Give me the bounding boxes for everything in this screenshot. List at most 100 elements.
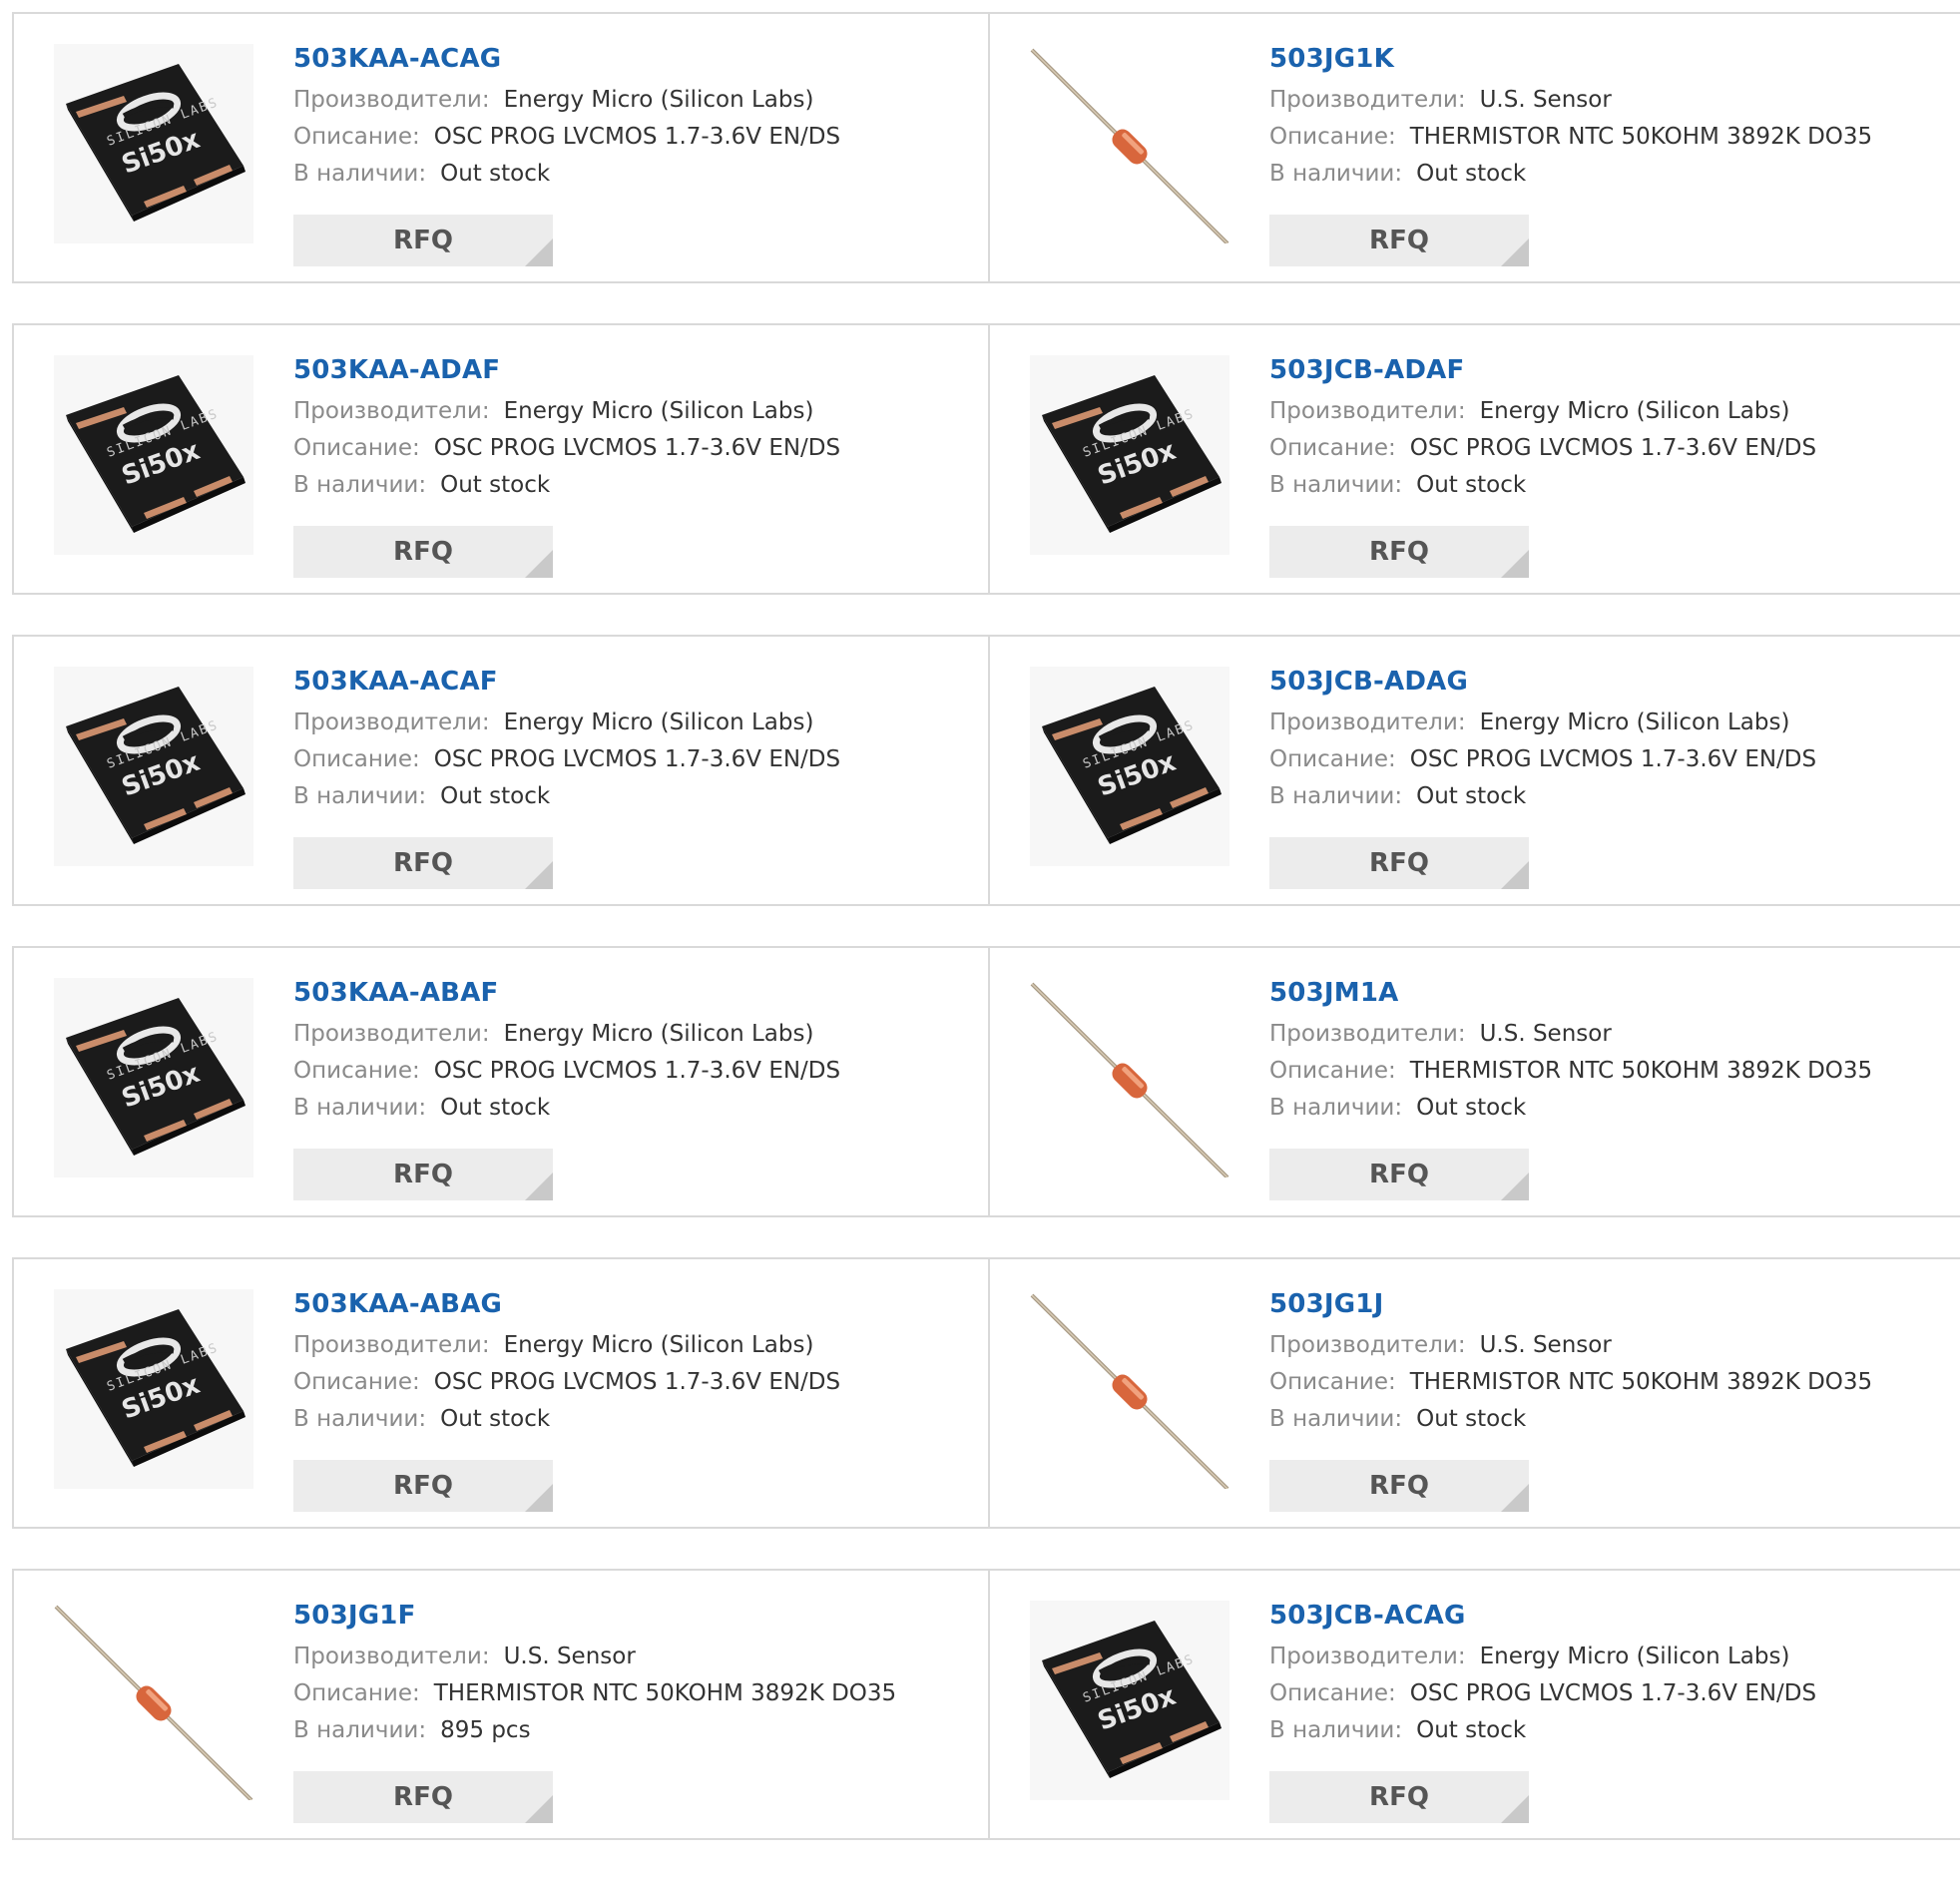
manufacturer-line: Производители: U.S. Sensor (1269, 1016, 1872, 1053)
product-info: 503JM1A Производители: U.S. Sensor Описание… (1269, 976, 1872, 1127)
stock-value: Out stock (440, 1095, 551, 1121)
manufacturer-line: Производители: Energy Micro (Silicon Labs… (1269, 393, 1816, 430)
description-label: Описание: (1269, 1058, 1396, 1084)
stock-line: В наличии: Out stock (293, 778, 840, 815)
stock-label: В наличии: (1269, 161, 1403, 187)
oscillator-chip-image[interactable]: SILICON LABS Si50x (54, 1289, 253, 1489)
stock-line: В наличии: Out stock (1269, 778, 1816, 815)
stock-label: В наличии: (293, 783, 427, 809)
manufacturer-value: Energy Micro (Silicon Labs) (503, 1332, 814, 1358)
rfq-button-label: RFQ (393, 1782, 453, 1812)
oscillator-chip-image[interactable]: SILICON LABS Si50x (54, 44, 253, 243)
manufacturer-label: Производители: (1269, 709, 1466, 735)
part-number-link[interactable]: 503JG1J (1269, 1287, 1872, 1321)
description-line: Описание: OSC PROG LVCMOS 1.7-3.6V EN/DS (293, 1364, 840, 1401)
rfq-button[interactable]: RFQ (1269, 837, 1529, 889)
description-value: OSC PROG LVCMOS 1.7-3.6V EN/DS (433, 746, 841, 772)
oscillator-chip-image[interactable]: SILICON LABS Si50x (54, 978, 253, 1177)
stock-value: Out stock (1416, 472, 1527, 498)
rfq-button[interactable]: RFQ (1269, 1460, 1529, 1512)
part-number-link[interactable]: 503KAA-ACAF (293, 665, 840, 699)
description-value: OSC PROG LVCMOS 1.7-3.6V EN/DS (433, 124, 841, 150)
rfq-button[interactable]: RFQ (293, 1460, 553, 1512)
stock-value: Out stock (440, 783, 551, 809)
description-value: OSC PROG LVCMOS 1.7-3.6V EN/DS (433, 1058, 841, 1084)
product-card: SILICON LABS Si50x 503JCB-ADAG Производит… (988, 637, 1960, 904)
description-value: OSC PROG LVCMOS 1.7-3.6V EN/DS (433, 1369, 841, 1395)
part-number-link[interactable]: 503JM1A (1269, 976, 1872, 1010)
rfq-button-label: RFQ (393, 848, 453, 878)
stock-line: В наличии: Out stock (293, 156, 840, 193)
corner-triangle-icon (1501, 550, 1529, 578)
description-line: Описание: THERMISTOR NTC 50KOHM 3892K DO3… (1269, 119, 1872, 156)
part-number-link[interactable]: 503JG1F (293, 1599, 896, 1633)
stock-line: В наличии: 895 pcs (293, 1712, 896, 1749)
product-card: SILICON LABS Si50x 503KAA-ABAG Производит… (14, 1259, 988, 1527)
rfq-button[interactable]: RFQ (1269, 1771, 1529, 1823)
stock-line: В наличии: Out stock (293, 467, 840, 504)
oscillator-chip-image[interactable]: SILICON LABS Si50x (54, 667, 253, 866)
stock-label: В наличии: (1269, 472, 1403, 498)
thermistor-image[interactable] (1030, 1289, 1229, 1491)
stock-value: Out stock (440, 1406, 551, 1432)
stock-label: В наличии: (293, 1095, 427, 1121)
rfq-button[interactable]: RFQ (293, 1771, 553, 1823)
rfq-button[interactable]: RFQ (1269, 526, 1529, 578)
stock-line: В наличии: Out stock (1269, 1401, 1872, 1438)
description-line: Описание: OSC PROG LVCMOS 1.7-3.6V EN/DS (293, 741, 840, 778)
stock-label: В наличии: (293, 161, 427, 187)
oscillator-chip-image[interactable]: SILICON LABS Si50x (1030, 355, 1229, 555)
part-number-link[interactable]: 503KAA-ABAG (293, 1287, 840, 1321)
description-label: Описание: (1269, 124, 1396, 150)
corner-triangle-icon (525, 550, 553, 578)
manufacturer-line: Производители: Energy Micro (Silicon Labs… (1269, 1639, 1816, 1675)
stock-line: В наличии: Out stock (293, 1401, 840, 1438)
rfq-button-label: RFQ (393, 1160, 453, 1189)
rfq-button[interactable]: RFQ (293, 526, 553, 578)
rfq-button[interactable]: RFQ (1269, 1149, 1529, 1200)
thermistor-image[interactable] (54, 1601, 253, 1802)
description-label: Описание: (1269, 1369, 1396, 1395)
manufacturer-line: Производители: U.S. Sensor (293, 1639, 896, 1675)
manufacturer-label: Производители: (293, 87, 490, 113)
description-value: THERMISTOR NTC 50KOHM 3892K DO35 (1409, 124, 1873, 150)
part-number-link[interactable]: 503JG1K (1269, 42, 1872, 76)
description-label: Описание: (293, 1680, 420, 1706)
part-number-link[interactable]: 503JCB-ADAF (1269, 353, 1816, 387)
description-line: Описание: OSC PROG LVCMOS 1.7-3.6V EN/DS (1269, 430, 1816, 467)
part-number-link[interactable]: 503KAA-ACAG (293, 42, 840, 76)
description-label: Описание: (1269, 746, 1396, 772)
stock-label: В наличии: (1269, 1095, 1403, 1121)
oscillator-chip-image[interactable]: SILICON LABS Si50x (54, 355, 253, 555)
thermistor-image[interactable] (1030, 44, 1229, 245)
rfq-button[interactable]: RFQ (1269, 215, 1529, 266)
rfq-button[interactable]: RFQ (293, 837, 553, 889)
rfq-button-label: RFQ (1369, 537, 1429, 567)
manufacturer-label: Производители: (293, 1332, 490, 1358)
rfq-button[interactable]: RFQ (293, 1149, 553, 1200)
oscillator-chip-image[interactable]: SILICON LABS Si50x (1030, 667, 1229, 866)
manufacturer-line: Производители: U.S. Sensor (1269, 82, 1872, 119)
thermistor-image[interactable] (1030, 978, 1229, 1179)
description-label: Описание: (293, 124, 420, 150)
description-line: Описание: OSC PROG LVCMOS 1.7-3.6V EN/DS (1269, 1675, 1816, 1712)
rfq-button-label: RFQ (1369, 1782, 1429, 1812)
description-label: Описание: (293, 435, 420, 461)
stock-line: В наличии: Out stock (1269, 467, 1816, 504)
manufacturer-value: Energy Micro (Silicon Labs) (503, 398, 814, 424)
oscillator-chip-image[interactable]: SILICON LABS Si50x (1030, 1601, 1229, 1800)
rfq-button-label: RFQ (393, 1471, 453, 1501)
rfq-button[interactable]: RFQ (293, 215, 553, 266)
part-number-link[interactable]: 503KAA-ADAF (293, 353, 840, 387)
description-value: OSC PROG LVCMOS 1.7-3.6V EN/DS (1409, 1680, 1817, 1706)
product-info: 503KAA-ACAG Производители: Energy Micro (S… (293, 42, 840, 193)
description-label: Описание: (293, 1369, 420, 1395)
stock-value: Out stock (440, 472, 551, 498)
part-number-link[interactable]: 503JCB-ADAG (1269, 665, 1816, 699)
corner-triangle-icon (1501, 1484, 1529, 1512)
product-info: 503KAA-ABAF Производители: Energy Micro (S… (293, 976, 840, 1127)
part-number-link[interactable]: 503JCB-ACAG (1269, 1599, 1816, 1633)
product-card: SILICON LABS Si50x 503KAA-ADAF Производит… (14, 325, 988, 593)
corner-triangle-icon (525, 1173, 553, 1200)
part-number-link[interactable]: 503KAA-ABAF (293, 976, 840, 1010)
